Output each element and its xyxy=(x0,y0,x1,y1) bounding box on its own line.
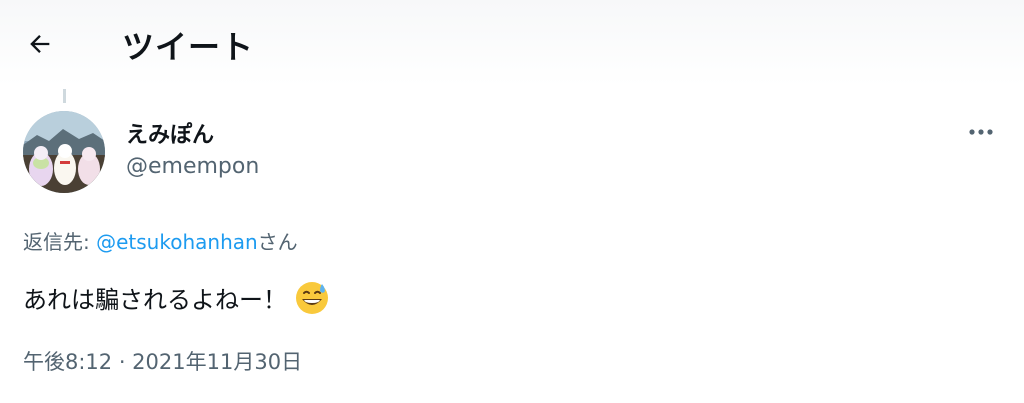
tweet-body: あれは騙されるよねー！ xyxy=(23,280,329,315)
author-handle[interactable]: @emempon xyxy=(126,154,259,179)
author-display-name[interactable]: えみぽん xyxy=(126,117,214,149)
back-button[interactable] xyxy=(22,26,58,62)
reply-suffix: さん xyxy=(257,230,298,254)
avatar[interactable] xyxy=(23,111,105,193)
reply-prefix: 返信先: xyxy=(23,230,97,254)
thread-connector-line xyxy=(63,89,66,103)
grinning-sweat-emoji-icon xyxy=(295,281,329,315)
tweet-text: あれは騙されるよねー！ xyxy=(23,286,287,314)
more-options-button[interactable] xyxy=(960,118,1002,146)
page-title: ツイート xyxy=(122,28,255,66)
reply-mention-link[interactable]: @etsukohanhan xyxy=(96,230,258,254)
tweet-timestamp[interactable]: 午後8:12 · 2021年11月30日 xyxy=(23,346,302,376)
reply-to-line: 返信先: @etsukohanhanさん xyxy=(23,226,298,255)
more-horizontal-icon xyxy=(969,129,993,135)
top-bar: ツイート xyxy=(0,0,1024,86)
avatar-photo xyxy=(23,111,105,193)
arrow-left-icon xyxy=(30,35,50,53)
